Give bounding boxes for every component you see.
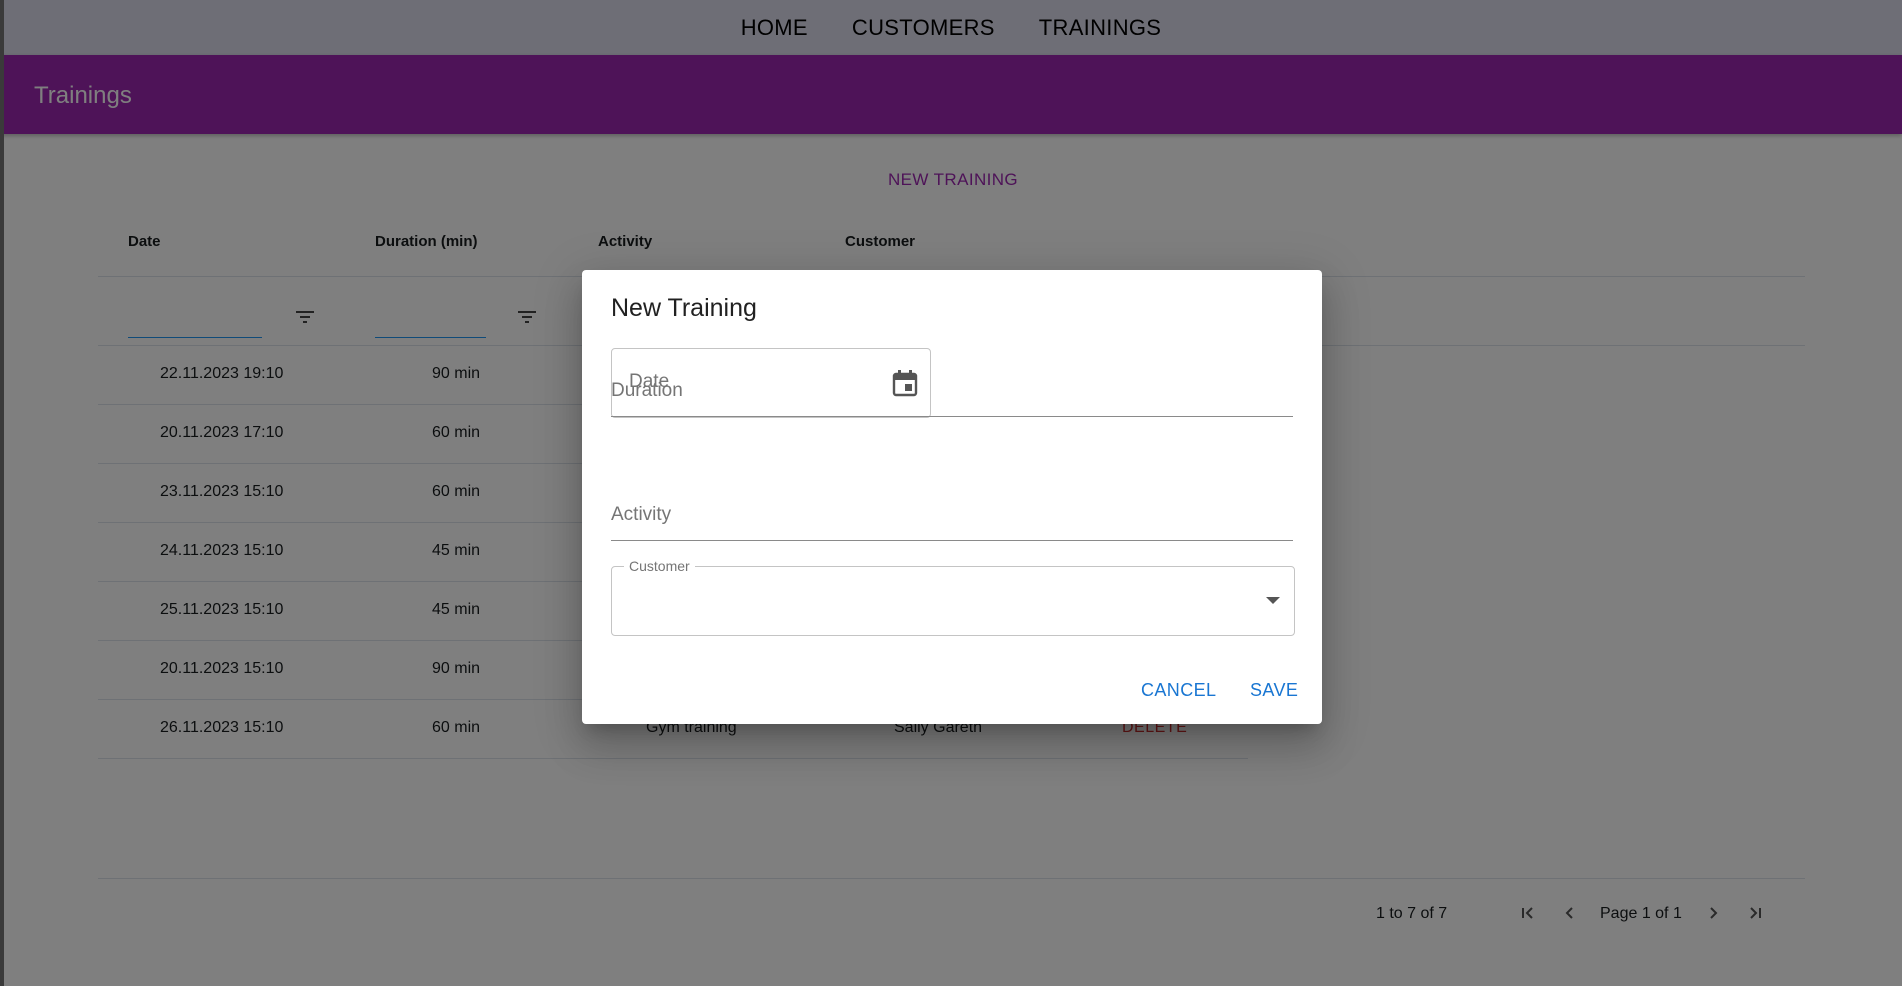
activity-input[interactable]: Activity: [611, 490, 1293, 541]
customer-select[interactable]: Customer: [611, 558, 1295, 636]
window-left-border: [0, 0, 4, 986]
cancel-button[interactable]: CANCEL: [1141, 680, 1216, 701]
duration-placeholder: Duration: [611, 380, 683, 401]
activity-placeholder: Activity: [611, 504, 672, 525]
duration-input[interactable]: Duration: [611, 366, 1293, 417]
save-button[interactable]: SAVE: [1250, 680, 1298, 701]
dialog-title: New Training: [611, 294, 757, 322]
new-training-dialog: New Training Date Duration Activity Cust…: [582, 270, 1322, 724]
customer-label: Customer: [624, 558, 695, 574]
chevron-down-icon[interactable]: [1266, 597, 1280, 604]
